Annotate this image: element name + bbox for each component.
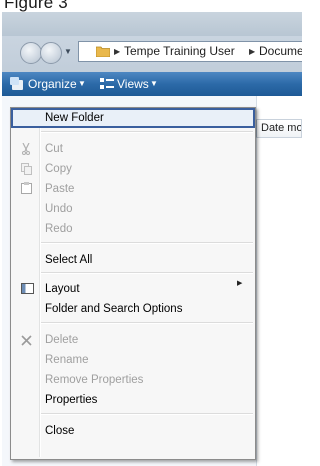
address-bar[interactable]: ▶ Tempe Training User ▶ Documents [78,41,302,62]
menu-item-remove-properties[interactable]: Remove Properties [45,373,143,387]
menu-item-cut[interactable]: Cut [45,142,63,156]
organize-menu: New Folder Cut Copy Paste Undo Redo Sele… [10,107,256,460]
forward-button[interactable] [40,42,62,64]
recent-pages-dropdown[interactable]: ▼ [64,47,72,56]
breadcrumb-item[interactable]: Documents [259,42,302,61]
window-title-strip [2,12,302,36]
organize-icon [10,77,23,90]
menu-separator [41,322,253,324]
menu-item-close[interactable]: Close [45,424,74,438]
menu-item-paste[interactable]: Paste [45,182,74,196]
scissors-icon [22,143,30,155]
menu-separator [41,272,253,274]
menu-separator [41,131,253,133]
copy-icon [21,163,32,175]
command-bar: Organize ▼ Views ▼ [2,72,302,96]
back-button[interactable] [20,42,42,64]
views-icon [100,78,114,89]
folder-icon [96,46,110,57]
breadcrumb-separator[interactable]: ▶ [249,42,255,61]
menu-item-delete[interactable]: Delete [45,333,78,347]
menu-item-properties[interactable]: Properties [45,393,97,407]
organize-dropdown-arrow[interactable]: ▼ [78,79,86,88]
paste-icon [21,182,32,194]
menu-item-layout[interactable]: Layout [45,282,80,296]
delete-x-icon [21,335,32,346]
submenu-arrow-icon: ▶ [237,280,243,287]
menu-item-redo[interactable]: Redo [45,222,73,236]
menu-item-new-folder-label[interactable]: New Folder [45,111,104,125]
organize-button[interactable]: Organize [28,77,77,91]
layout-icon [21,283,34,294]
menu-item-undo[interactable]: Undo [45,202,73,216]
breadcrumb-separator[interactable]: ▶ [114,42,120,61]
menu-item-rename[interactable]: Rename [45,353,88,367]
views-button[interactable]: Views [117,77,149,91]
menu-item-folder-and-search-options[interactable]: Folder and Search Options [45,302,182,316]
date-modified-column-header[interactable]: Date modified [256,119,302,138]
menu-icon-gutter [39,110,41,457]
menu-item-copy[interactable]: Copy [45,162,72,176]
views-dropdown-arrow[interactable]: ▼ [150,79,158,88]
menu-separator [41,242,253,244]
breadcrumb-item[interactable]: Tempe Training User [124,42,235,61]
menu-item-select-all[interactable]: Select All [45,253,92,267]
menu-separator [41,413,253,415]
